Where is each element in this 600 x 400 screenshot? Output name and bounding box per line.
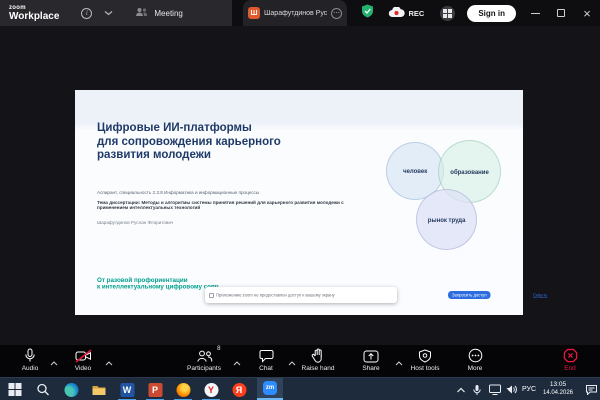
tray-chevron-icon — [457, 387, 466, 393]
yandex-browser-button[interactable]: Y — [203, 381, 220, 398]
maximize-icon — [557, 9, 565, 17]
slide-thesis-text: Тема диссертации: Методы и алгоритмы сис… — [97, 200, 347, 210]
tab-shared-document[interactable]: Ш Шарафутдинов Русла ⋯ — [243, 0, 347, 26]
maximize-button[interactable] — [548, 0, 574, 26]
participants-button[interactable]: 8 Participants — [176, 348, 232, 372]
action-center-button[interactable] — [583, 381, 600, 398]
titlebar-right-group: REC Sign in × — [361, 0, 600, 26]
video-button[interactable]: Video — [55, 348, 111, 372]
request-access-button[interactable]: Запросить доступ — [448, 291, 491, 299]
word-button[interactable]: W — [119, 381, 136, 398]
sign-in-button[interactable]: Sign in — [467, 5, 516, 22]
firefox-icon — [176, 383, 190, 397]
tray-display-icon — [489, 384, 502, 395]
video-options-chevron[interactable] — [105, 353, 113, 371]
host-tools-shield-icon — [418, 348, 432, 363]
action-center-icon — [585, 384, 597, 395]
tray-language-indicator[interactable]: РУС — [522, 378, 536, 400]
tray-expand-button[interactable] — [453, 381, 470, 398]
slide-title: Цифровые ИИ-платформы для сопровождения … — [97, 122, 281, 163]
security-shield-icon[interactable] — [361, 4, 374, 23]
shared-document-title: Шарафутдинов Русла — [264, 10, 327, 17]
host-tools-button[interactable]: Host tools — [397, 348, 453, 372]
taskbar-search-button[interactable] — [35, 381, 52, 398]
zoom-taskbar-button[interactable]: zm — [257, 378, 283, 400]
slide-subtitle: Аспирант, специальность 2.3.8 Информатик… — [97, 190, 397, 195]
microphone-icon — [24, 348, 36, 363]
firefox-button[interactable] — [175, 381, 192, 398]
meeting-toolbar: Audio Video 8 Participants — [0, 345, 600, 377]
tray-mic-icon — [473, 384, 482, 396]
notification-text: Приложению zoom не предоставлен доступ к… — [216, 293, 332, 298]
presentation-slide: Цифровые ИИ-платформы для сопровождения … — [75, 90, 523, 315]
powerpoint-icon: P — [148, 383, 162, 397]
start-button[interactable] — [7, 381, 24, 398]
share-button[interactable]: Share — [343, 348, 399, 372]
camera-off-icon — [75, 348, 92, 363]
file-explorer-button[interactable] — [91, 381, 108, 398]
close-icon: × — [583, 7, 591, 20]
chevron-down-icon[interactable] — [104, 10, 113, 16]
participants-count-badge: 8 — [217, 346, 220, 352]
venn-label-education: образование — [450, 168, 489, 175]
tab-more-options-icon[interactable]: ⋯ — [331, 8, 342, 19]
raise-hand-icon — [311, 348, 325, 363]
info-icon[interactable]: i — [81, 8, 92, 19]
tab-meeting[interactable]: Meeting — [135, 7, 182, 19]
word-icon: W — [120, 383, 134, 397]
window-titlebar: zoom Workplace i Meeting Ш Шарафутдинов … — [0, 0, 600, 26]
slide-author: Шарафутдинов Руслан Флоритович — [97, 220, 297, 225]
screen-permission-notification: Приложению zoom не предоставлен доступ к… — [205, 287, 397, 303]
tray-volume-icon — [505, 384, 517, 395]
close-button[interactable]: × — [574, 0, 600, 26]
yandex-icon: Я — [232, 383, 246, 397]
meeting-label: Meeting — [154, 9, 182, 18]
participants-icon: 8 — [196, 348, 213, 363]
logo-text-workplace: Workplace — [9, 12, 59, 22]
dismiss-link[interactable]: Скрыть — [533, 293, 547, 298]
cloud-rec-icon — [388, 7, 405, 20]
tray-date: 14.04.2026 — [543, 390, 573, 398]
tray-mic-button[interactable] — [469, 381, 486, 398]
zoom-app-icon: zm — [263, 381, 277, 395]
presentation-area: Цифровые ИИ-платформы для сопровождения … — [0, 26, 600, 345]
warning-icon — [209, 293, 214, 298]
more-button[interactable]: More — [447, 348, 503, 372]
recording-indicator[interactable]: REC — [388, 7, 424, 20]
venn-circle-labor-market: рынок труда — [416, 189, 477, 250]
end-icon — [563, 348, 578, 363]
tray-volume-button[interactable] — [503, 381, 520, 398]
document-icon: Ш — [248, 7, 260, 19]
raise-hand-button[interactable]: Raise hand — [290, 348, 346, 372]
minimize-button[interactable] — [522, 0, 548, 26]
share-screen-icon — [363, 348, 379, 363]
tray-network-button[interactable] — [487, 381, 504, 398]
chat-icon — [259, 348, 274, 363]
search-icon — [37, 383, 50, 396]
zoom-workplace-logo: zoom Workplace — [9, 5, 59, 22]
more-icon — [468, 348, 483, 363]
windows-taskbar: W P Y Я zm Р — [0, 377, 600, 400]
end-meeting-button[interactable]: End — [542, 348, 598, 372]
rec-label: REC — [408, 9, 424, 18]
yandex-button[interactable]: Я — [231, 381, 248, 398]
edge-button[interactable] — [63, 381, 80, 398]
start-icon — [9, 383, 22, 396]
tray-clock[interactable]: 13:05 14.04.2026 — [543, 378, 573, 400]
apps-icon[interactable] — [440, 6, 455, 21]
logo-text-zoom: zoom — [9, 5, 59, 11]
titlebar-left-group: zoom Workplace i Meeting — [0, 0, 232, 26]
yandex-browser-icon: Y — [204, 383, 218, 397]
tray-time: 13:05 — [550, 381, 566, 389]
explorer-icon — [92, 384, 107, 396]
zoom-workplace-window: zoom Workplace i Meeting Ш Шарафутдинов … — [0, 0, 600, 400]
chat-button[interactable]: Chat — [238, 348, 294, 372]
powerpoint-button[interactable]: P — [147, 381, 164, 398]
venn-label-labor-market: рынок труда — [428, 216, 466, 223]
venn-label-person: человек — [403, 168, 427, 175]
edge-icon — [64, 383, 78, 397]
meeting-icon — [135, 7, 148, 19]
minimize-icon — [531, 13, 540, 14]
